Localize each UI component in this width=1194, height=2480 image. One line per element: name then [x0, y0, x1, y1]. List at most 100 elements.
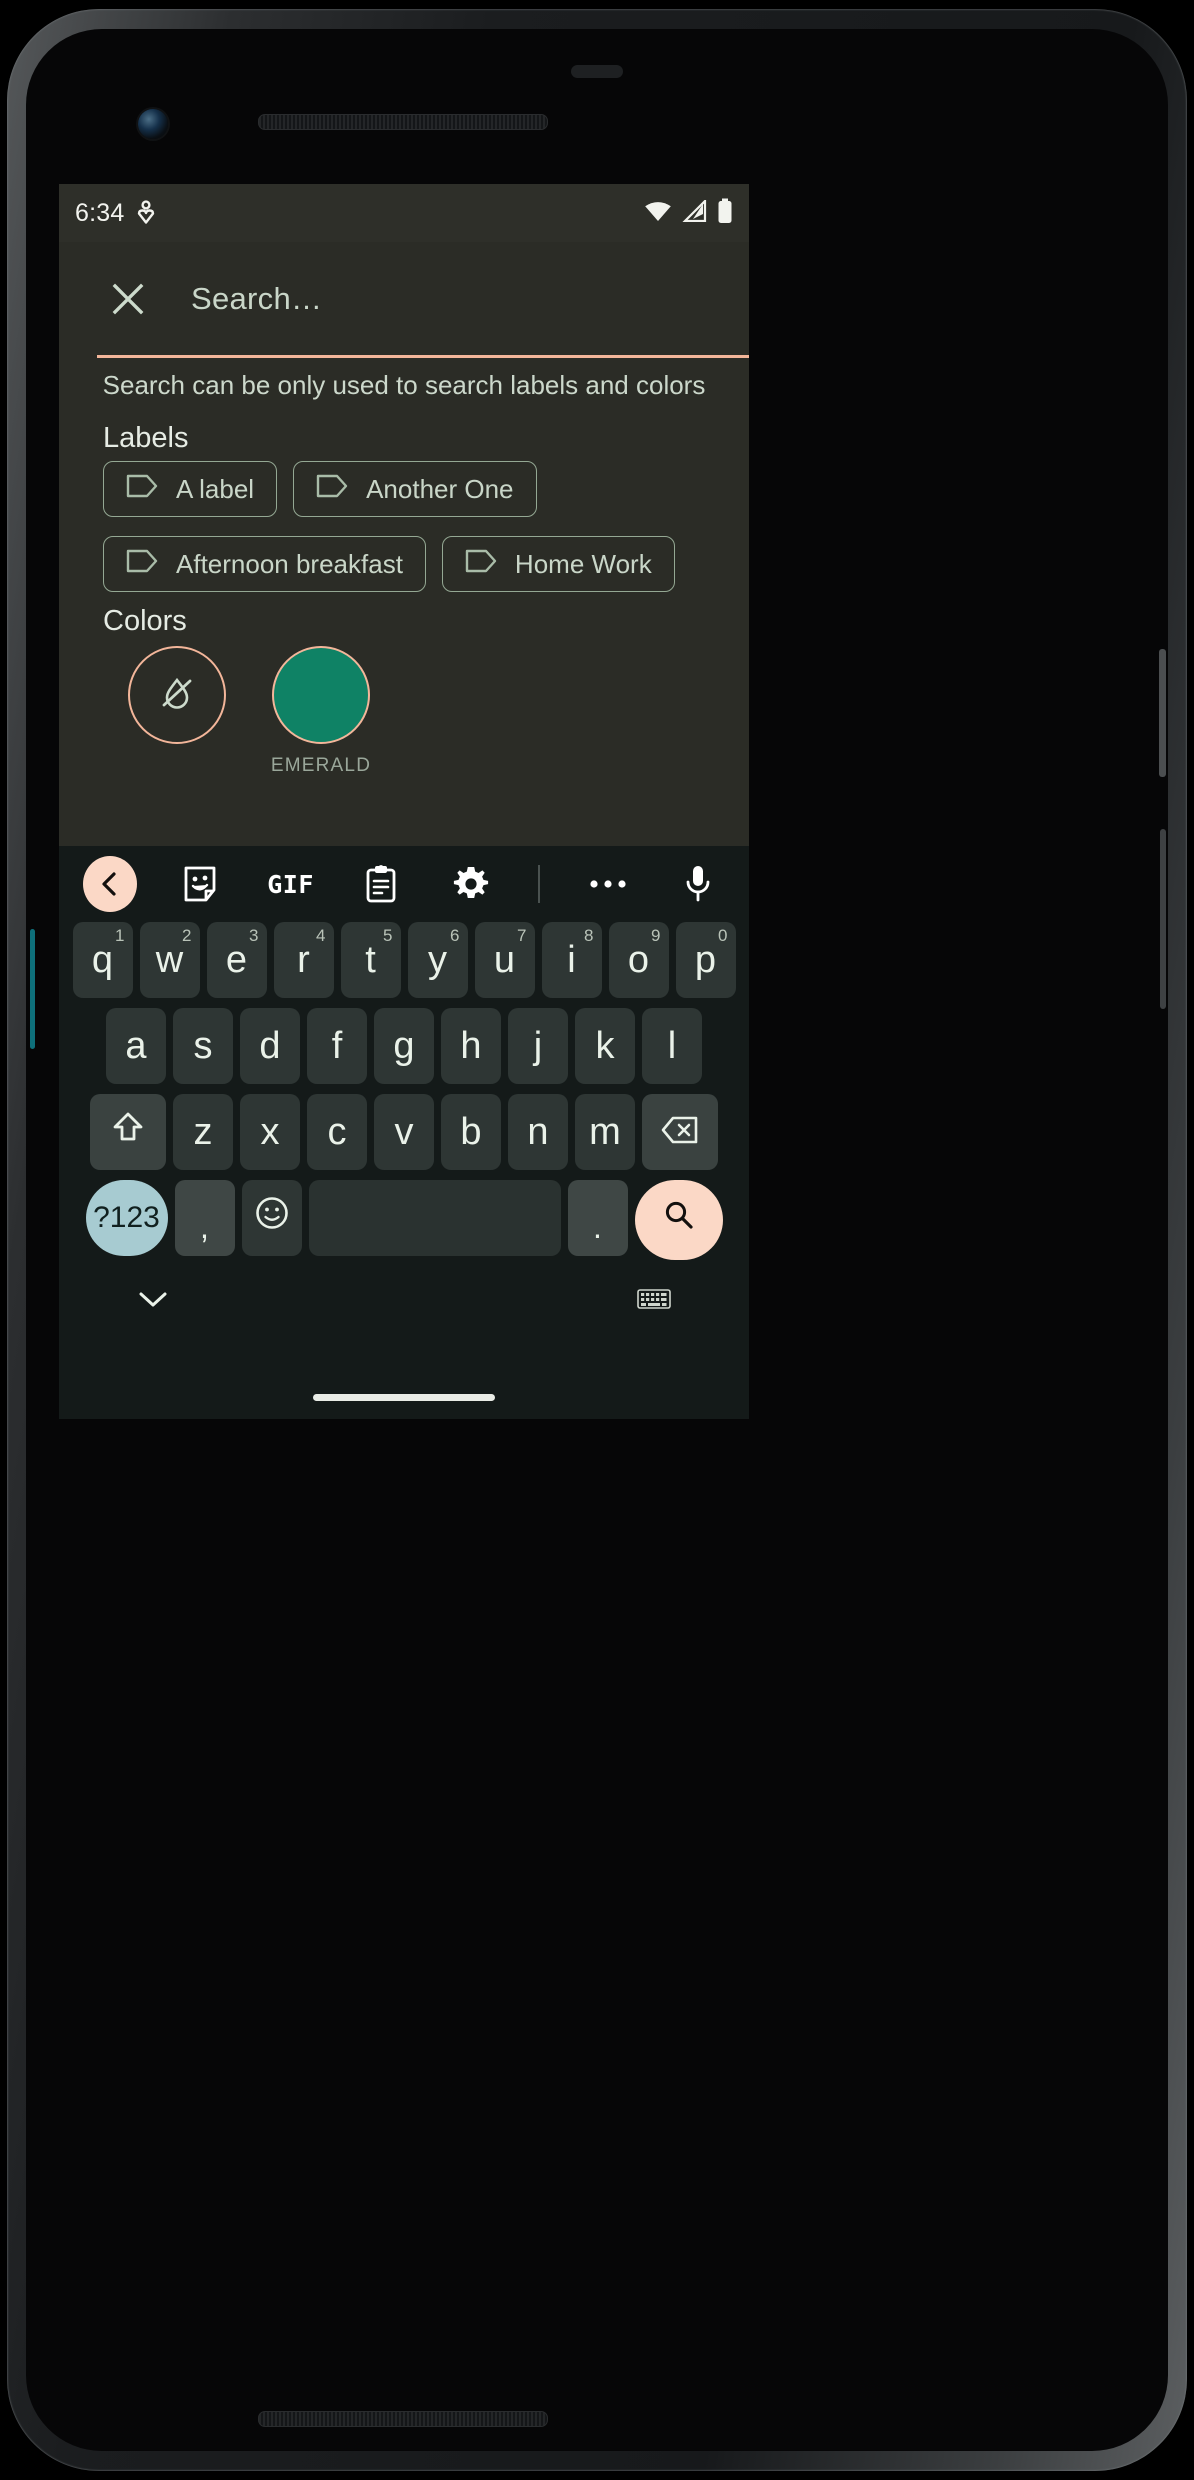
- key-s[interactable]: s: [173, 1008, 233, 1084]
- label-chip-text: Another One: [366, 473, 514, 504]
- label-chip-text: Afternoon breakfast: [176, 548, 403, 579]
- symbols-key[interactable]: ?123: [85, 1180, 168, 1256]
- status-bar-clock: 6:34: [75, 198, 125, 227]
- comma-key[interactable]: ,: [174, 1180, 235, 1256]
- label-chip-home-work[interactable]: Home Work: [441, 536, 675, 592]
- backspace-key[interactable]: [642, 1094, 718, 1170]
- key-j[interactable]: j: [508, 1008, 568, 1084]
- search-input[interactable]: [189, 279, 705, 318]
- key-label: m: [589, 1110, 621, 1153]
- key-b[interactable]: b: [441, 1094, 501, 1170]
- key-z[interactable]: z: [173, 1094, 233, 1170]
- color-swatch-row: EMERALD: [116, 646, 382, 777]
- key-m[interactable]: m: [575, 1094, 635, 1170]
- shift-key[interactable]: [90, 1094, 166, 1170]
- top-notch: [571, 65, 623, 78]
- close-icon[interactable]: [111, 282, 145, 316]
- key-l[interactable]: l: [642, 1008, 702, 1084]
- search-enter-key[interactable]: [634, 1180, 723, 1260]
- key-sup: 3: [249, 926, 259, 945]
- color-swatch-none[interactable]: [116, 646, 238, 755]
- key-label: f: [331, 1024, 343, 1067]
- key-label: j: [533, 1024, 543, 1067]
- key-label: y: [428, 938, 447, 981]
- key-label: p: [694, 938, 717, 981]
- key-c[interactable]: c: [307, 1094, 367, 1170]
- hide-keyboard-icon[interactable]: [137, 1289, 169, 1314]
- cellular-signal-icon: [682, 197, 707, 227]
- key-g[interactable]: g: [374, 1008, 434, 1084]
- key-label: w: [155, 938, 184, 981]
- clipboard-icon[interactable]: [354, 857, 408, 911]
- volume-button[interactable]: [1160, 829, 1166, 1009]
- key-d[interactable]: d: [240, 1008, 300, 1084]
- keyboard-key-rows: 1q 2w 3e 4r 5t 6y 7u 8i 9o 0p a s d f g …: [59, 922, 749, 1260]
- back-chevron-icon[interactable]: [83, 856, 137, 912]
- key-u[interactable]: 7u: [474, 922, 535, 998]
- key-label: v: [394, 1110, 414, 1153]
- more-options-icon[interactable]: [581, 857, 635, 911]
- space-key[interactable]: [308, 1180, 561, 1256]
- key-w[interactable]: 2w: [139, 922, 200, 998]
- key-sup: 1: [115, 926, 125, 945]
- search-hint-text: Search can be only used to search labels…: [102, 370, 706, 400]
- key-i[interactable]: 8i: [541, 922, 602, 998]
- key-p[interactable]: 0p: [675, 922, 736, 998]
- settings-gear-icon[interactable]: [444, 857, 498, 911]
- keyboard-back-button[interactable]: [83, 856, 137, 912]
- key-sup: 6: [450, 926, 460, 945]
- labels-section-title: Labels: [103, 422, 189, 454]
- key-h[interactable]: h: [441, 1008, 501, 1084]
- status-bar: 6:34: [59, 184, 749, 242]
- front-camera: [138, 109, 168, 139]
- labels-chip-row-1: A label Another One: [103, 461, 537, 517]
- key-e[interactable]: 3e: [206, 922, 267, 998]
- colors-section-title: Colors: [103, 605, 187, 637]
- key-v[interactable]: v: [374, 1094, 434, 1170]
- gif-icon[interactable]: GIF: [264, 857, 318, 911]
- emoji-key[interactable]: [241, 1180, 302, 1256]
- on-screen-keyboard: GIF 1 q 2 w 3 e 4 r 5 t 6 y 7 u 8 i 9 o …: [59, 846, 749, 1419]
- key-label: n: [527, 1110, 549, 1153]
- side-accent-strip: [30, 929, 35, 1049]
- key-label: e: [225, 938, 248, 981]
- swatch-circle-none[interactable]: [128, 646, 226, 744]
- backspace-icon: [661, 1111, 699, 1154]
- keyboard-row-4: ?123 , .: [65, 1180, 743, 1260]
- key-k[interactable]: k: [575, 1008, 635, 1084]
- key-t[interactable]: 5t: [340, 922, 401, 998]
- microphone-icon[interactable]: [671, 857, 725, 911]
- label-chip-a-label[interactable]: A label: [103, 461, 278, 517]
- keyboard-row-3: z x c v b n m: [65, 1094, 743, 1170]
- key-label: h: [460, 1024, 482, 1067]
- toolbar-divider: [538, 865, 541, 903]
- key-label: i: [567, 938, 576, 981]
- location-sharing-icon: [136, 200, 156, 226]
- key-o[interactable]: 9o: [608, 922, 669, 998]
- tag-icon: [465, 549, 497, 580]
- keyboard-bottom-bar: [59, 1270, 749, 1332]
- keyboard-layout-icon[interactable]: [637, 1288, 671, 1315]
- earpiece-speaker: [258, 114, 548, 130]
- key-y[interactable]: 6y: [407, 922, 468, 998]
- color-swatch-emerald[interactable]: EMERALD: [260, 646, 382, 777]
- key-q[interactable]: 1q: [72, 922, 133, 998]
- swatch-label: EMERALD: [270, 755, 372, 776]
- key-f[interactable]: f: [307, 1008, 367, 1084]
- key-n[interactable]: n: [508, 1094, 568, 1170]
- sticker-icon[interactable]: [173, 857, 227, 911]
- wifi-icon: [644, 200, 672, 227]
- label-chip-another-one[interactable]: Another One: [293, 461, 537, 517]
- swatch-circle-emerald[interactable]: [272, 646, 370, 744]
- period-key[interactable]: .: [567, 1180, 628, 1256]
- key-r[interactable]: 4r: [273, 922, 334, 998]
- tag-icon: [316, 474, 348, 505]
- tag-icon: [126, 549, 158, 580]
- key-x[interactable]: x: [240, 1094, 300, 1170]
- key-sup: 7: [517, 926, 527, 945]
- key-a[interactable]: a: [106, 1008, 166, 1084]
- battery-full-icon: [717, 198, 733, 229]
- tag-icon: [126, 474, 158, 505]
- label-chip-afternoon-breakfast[interactable]: Afternoon breakfast: [103, 536, 426, 592]
- power-button[interactable]: [1159, 649, 1166, 777]
